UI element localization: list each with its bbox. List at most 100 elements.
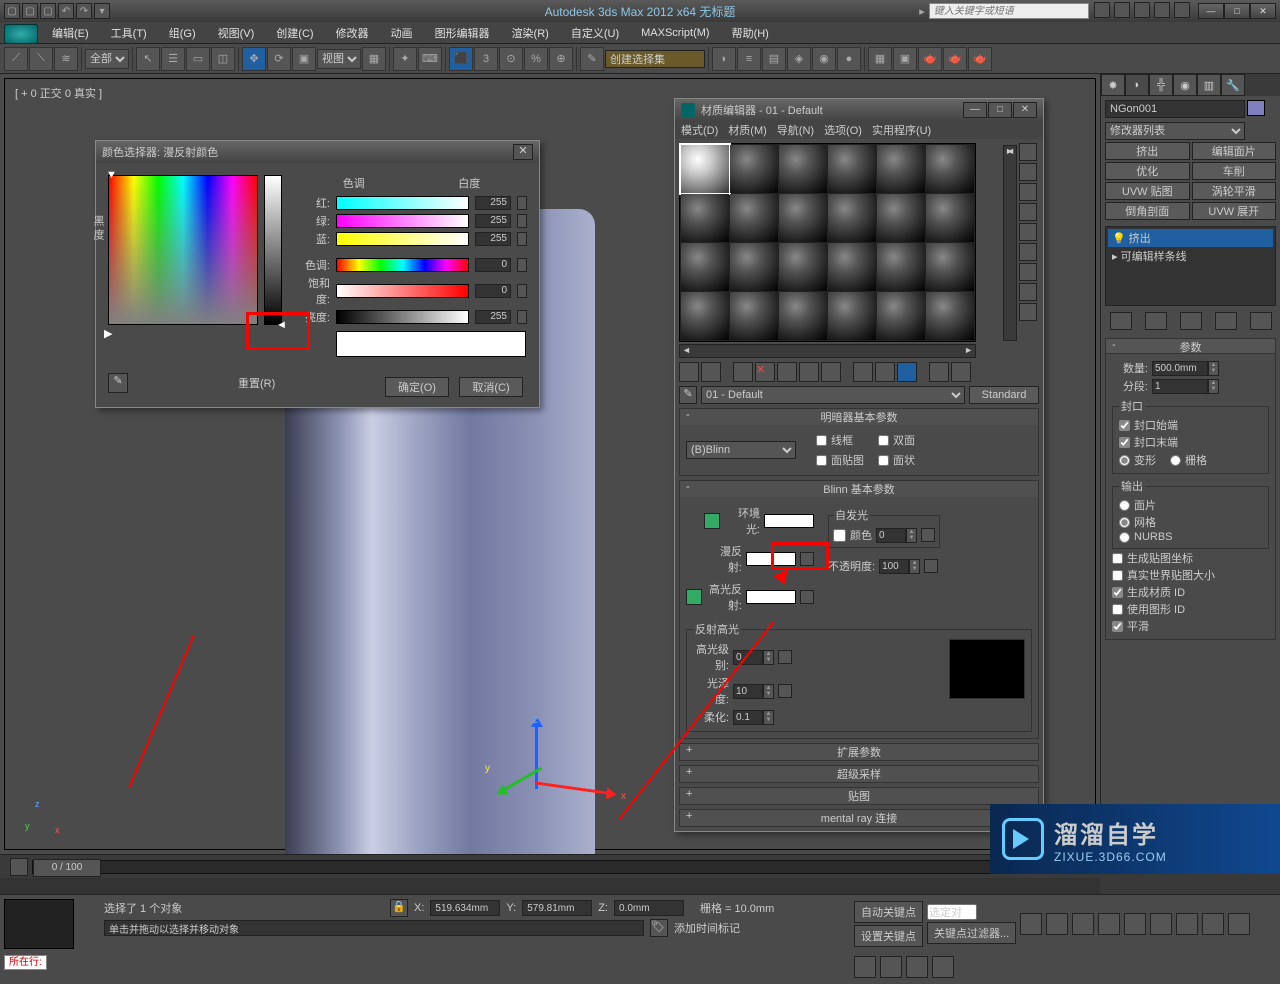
time-config-icon[interactable]: [10, 858, 28, 876]
mat-effects-icon[interactable]: [853, 362, 873, 382]
angle-snap-icon[interactable]: ⊙: [499, 47, 523, 71]
nav-orbit-icon[interactable]: [1202, 913, 1224, 935]
nav-pan-icon[interactable]: [1150, 913, 1172, 935]
curve-editor-icon[interactable]: ◈: [787, 47, 811, 71]
rollup-parameters-header[interactable]: 参数: [1105, 338, 1276, 354]
go-parent-icon[interactable]: [929, 362, 949, 382]
red-slider[interactable]: [336, 196, 469, 210]
hue-slider[interactable]: [336, 258, 469, 272]
soften-input[interactable]: [733, 710, 763, 725]
mat-menu-material[interactable]: 材质(M): [728, 122, 767, 138]
amount-spinner[interactable]: ▲▼: [1208, 361, 1219, 376]
eyedropper-icon[interactable]: ✎: [108, 373, 128, 393]
auto-key-button[interactable]: 自动关键点: [854, 901, 923, 923]
render-frame-icon[interactable]: ▣: [893, 47, 917, 71]
tab-utilities-icon[interactable]: 🔧: [1221, 74, 1245, 96]
get-material-icon[interactable]: [679, 362, 699, 382]
sample-slot[interactable]: [828, 292, 876, 340]
btn-lathe[interactable]: 车削: [1192, 162, 1277, 180]
manip-icon[interactable]: ✦: [393, 47, 417, 71]
menu-customize[interactable]: 自定义(U): [561, 23, 629, 43]
tab-motion-icon[interactable]: ◉: [1173, 74, 1197, 96]
render-prod-icon[interactable]: 🫖: [943, 47, 967, 71]
grid-radio[interactable]: [1170, 455, 1181, 466]
gen-mapping-checkbox[interactable]: [1112, 553, 1123, 564]
show-end-icon[interactable]: [1145, 312, 1167, 330]
sample-slot[interactable]: [730, 194, 778, 242]
move-icon[interactable]: ✥: [242, 47, 266, 71]
tab-display-icon[interactable]: ▥: [1197, 74, 1221, 96]
menu-rendering[interactable]: 渲染(R): [502, 23, 559, 43]
output-patch-radio[interactable]: [1119, 500, 1130, 511]
mirror-icon[interactable]: ◗: [712, 47, 736, 71]
nav-max2-icon[interactable]: [932, 956, 954, 978]
render-icon[interactable]: 🫖: [918, 47, 942, 71]
pivot-icon[interactable]: ▦: [362, 47, 386, 71]
blue-slider[interactable]: [336, 232, 469, 246]
help2-icon[interactable]: [1154, 2, 1170, 18]
uv-tiling-icon[interactable]: [1019, 203, 1037, 221]
btn-bevel[interactable]: 倒角剖面: [1105, 202, 1190, 220]
time-handle[interactable]: 0 / 100: [33, 859, 101, 877]
btn-editpatch[interactable]: 编辑面片: [1192, 142, 1277, 160]
minimize-button[interactable]: —: [1198, 3, 1224, 19]
prev-frame-icon[interactable]: [1046, 913, 1068, 935]
spec-map-button[interactable]: [800, 590, 814, 604]
color-ok-button[interactable]: 确定(O): [385, 377, 449, 397]
sample-slot[interactable]: [877, 243, 925, 291]
mini-listener[interactable]: [4, 899, 74, 949]
sample-scroll[interactable]: [679, 344, 976, 358]
go-forward-icon[interactable]: [951, 362, 971, 382]
edit-named-icon[interactable]: ✎: [580, 47, 604, 71]
selfillum-map-button[interactable]: [921, 528, 935, 542]
mat-menu-options[interactable]: 选项(O): [824, 122, 862, 138]
segments-input[interactable]: [1152, 379, 1208, 394]
unique-icon[interactable]: [1180, 312, 1202, 330]
put-to-scene-icon[interactable]: [701, 362, 721, 382]
wire-checkbox[interactable]: [816, 435, 827, 446]
goto-line[interactable]: 所在行:: [4, 955, 47, 970]
make-unique-icon[interactable]: [799, 362, 819, 382]
qat-new-icon[interactable]: ▢: [4, 3, 20, 19]
sample-slot[interactable]: [877, 292, 925, 340]
layer-icon[interactable]: ▤: [762, 47, 786, 71]
amount-input[interactable]: [1152, 361, 1208, 376]
lock-ambient-icon[interactable]: [704, 513, 720, 529]
green-value[interactable]: 255: [475, 214, 511, 228]
btn-extrude[interactable]: 挤出: [1105, 142, 1190, 160]
window-crossing-icon[interactable]: ◫: [211, 47, 235, 71]
pin-stack-icon[interactable]: [1110, 312, 1132, 330]
goto-start-icon[interactable]: [1020, 913, 1042, 935]
gen-matid-checkbox[interactable]: [1112, 587, 1123, 598]
blinn-params-header[interactable]: Blinn 基本参数: [680, 481, 1038, 497]
gloss-map-button[interactable]: [778, 684, 792, 698]
ref-coord-dropdown[interactable]: 视图: [317, 49, 361, 69]
btn-turbo[interactable]: 涡轮平滑: [1192, 182, 1277, 200]
btn-uvwmap[interactable]: UVW 贴图: [1105, 182, 1190, 200]
shader-dropdown[interactable]: (B)Blinn: [686, 441, 796, 459]
qat-save-icon[interactable]: ▢: [40, 3, 56, 19]
bind-icon[interactable]: ≋: [54, 47, 78, 71]
align-icon[interactable]: ≡: [737, 47, 761, 71]
ext-params-header[interactable]: 扩展参数: [680, 744, 1038, 760]
play-icon[interactable]: [1072, 913, 1094, 935]
qat-undo-icon[interactable]: ↶: [58, 3, 74, 19]
next-frame-icon[interactable]: [1098, 913, 1120, 935]
sample-slot[interactable]: [779, 243, 827, 291]
show-end-result-icon[interactable]: [897, 362, 917, 382]
snap3-icon[interactable]: 3: [474, 47, 498, 71]
color-close-button[interactable]: ✕: [513, 144, 533, 160]
mat-min-button[interactable]: —: [963, 102, 987, 118]
nav-fov-icon[interactable]: [880, 956, 902, 978]
key-target-input[interactable]: [927, 904, 977, 920]
material-name-dropdown[interactable]: 01 - Default: [701, 386, 965, 404]
green-slider[interactable]: [336, 214, 469, 228]
menu-help[interactable]: 帮助(H): [722, 23, 779, 43]
btn-uvwunwrap[interactable]: UVW 展开: [1192, 202, 1277, 220]
sample-slot[interactable]: [926, 145, 974, 193]
sample-slot[interactable]: [730, 145, 778, 193]
selfillum-color-checkbox[interactable]: [833, 529, 846, 542]
time-slider[interactable]: 0 / 100: [0, 854, 1100, 878]
track-bar[interactable]: [0, 878, 1100, 894]
sample-slot[interactable]: [681, 243, 729, 291]
